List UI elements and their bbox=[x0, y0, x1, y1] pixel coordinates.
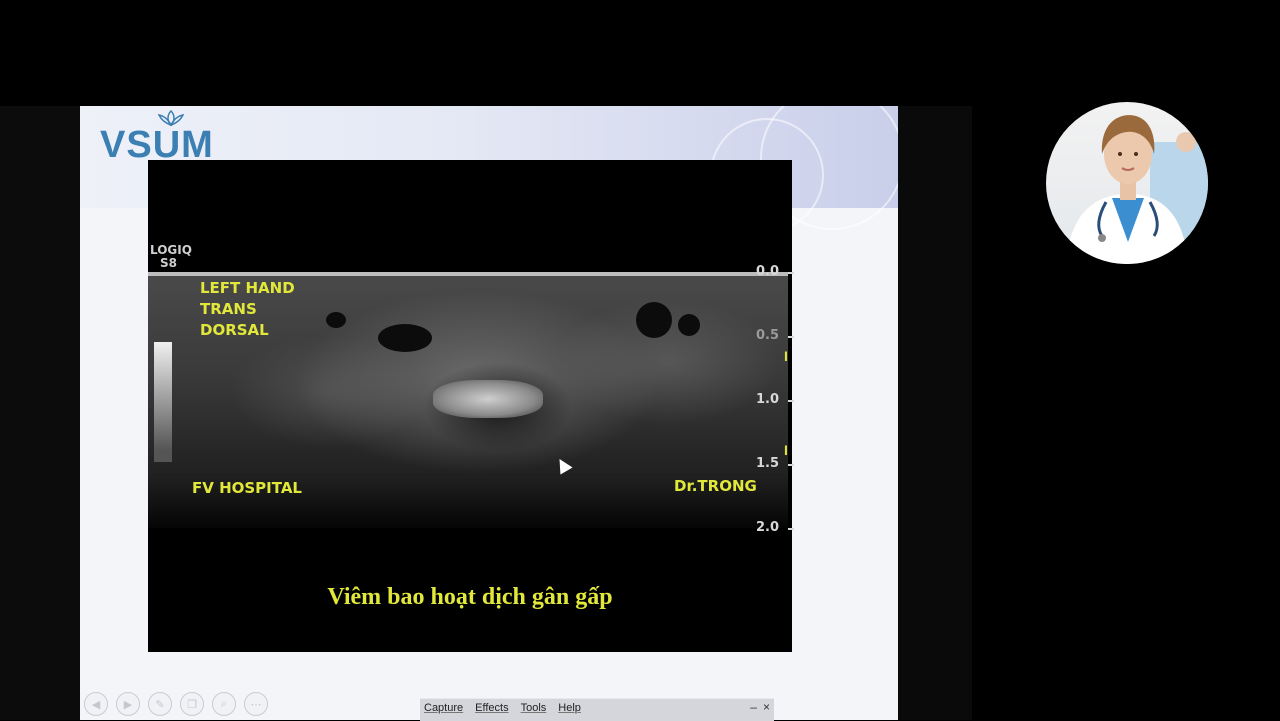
transducer-line bbox=[148, 272, 788, 276]
zoom-icon[interactable]: ⌕ bbox=[212, 692, 236, 716]
pen-icon[interactable]: ✎ bbox=[148, 692, 172, 716]
vessel-lumen bbox=[678, 314, 700, 336]
close-button[interactable]: × bbox=[763, 700, 770, 714]
recorder-toolbar: Capture Effects Tools Help – × bbox=[420, 698, 774, 721]
grayscale-bar bbox=[154, 342, 172, 462]
minimize-button[interactable]: – bbox=[750, 700, 757, 714]
focus-marker: I bbox=[784, 348, 788, 364]
window-controls: – × bbox=[750, 700, 770, 714]
vessel-lumen bbox=[636, 302, 672, 338]
focus-marker: I bbox=[784, 442, 788, 458]
flexor-tendon bbox=[433, 380, 543, 418]
doctor-avatar bbox=[1046, 102, 1208, 264]
depth-tick: 0.5 bbox=[756, 328, 780, 343]
depth-tick-mark bbox=[788, 528, 794, 530]
menu-tools[interactable]: Tools bbox=[521, 702, 547, 714]
orientation-labels: LEFT HAND TRANS DORSAL bbox=[200, 278, 295, 341]
vessel-lumen bbox=[326, 312, 346, 328]
menu-effects[interactable]: Effects bbox=[475, 702, 508, 714]
label-trans: TRANS bbox=[200, 300, 257, 318]
menu-capture[interactable]: Capture bbox=[424, 702, 463, 714]
depth-tick-mark bbox=[788, 336, 794, 338]
slide-caption: Viêm bao hoạt dịch gân gấp bbox=[327, 584, 613, 610]
depth-tick: 1.5 bbox=[756, 456, 780, 471]
machine-label: LOGIQ S8 bbox=[150, 244, 192, 270]
depth-tick-mark bbox=[788, 272, 794, 274]
ultrasound-image: LOGIQ S8 LEFT HAND TRANS DORSAL FV HOSPI… bbox=[148, 160, 794, 652]
depth-scale: 0.0 0.5 1.0 1.5 2.0 I I bbox=[754, 264, 794, 535]
machine-model: S8 bbox=[160, 256, 177, 270]
slide-nav-controls: ◀ ▶ ✎ ❐ ⌕ ⋯ bbox=[84, 692, 268, 716]
presentation-slide: VSUM LOGIQ S8 LEFT HAND TRANS DORSAL FV … bbox=[80, 106, 898, 720]
menu-dots-icon[interactable]: ⋯ bbox=[244, 692, 268, 716]
hospital-label: FV HOSPITAL bbox=[192, 479, 302, 497]
menu-help[interactable]: Help bbox=[558, 702, 581, 714]
depth-tick-mark bbox=[788, 464, 794, 466]
copy-icon[interactable]: ❐ bbox=[180, 692, 204, 716]
label-dorsal: DORSAL bbox=[200, 321, 269, 339]
left-gutter bbox=[0, 106, 80, 720]
depth-tick: 2.0 bbox=[756, 520, 780, 535]
nav-next-icon[interactable]: ▶ bbox=[116, 692, 140, 716]
doctor-illustration bbox=[1066, 115, 1208, 264]
depth-tick: 1.0 bbox=[756, 392, 780, 407]
right-dark-panel bbox=[898, 106, 972, 720]
depth-tick-mark bbox=[788, 400, 794, 402]
hypoechoic-region bbox=[378, 324, 432, 352]
doctor-label: Dr.TRONG bbox=[674, 477, 757, 495]
label-left-hand: LEFT HAND bbox=[200, 279, 295, 297]
depth-tick: 0.0 bbox=[756, 264, 780, 279]
recorder-menu: Capture Effects Tools Help bbox=[424, 702, 581, 714]
nav-prev-icon[interactable]: ◀ bbox=[84, 692, 108, 716]
top-letterbox bbox=[0, 0, 1280, 106]
